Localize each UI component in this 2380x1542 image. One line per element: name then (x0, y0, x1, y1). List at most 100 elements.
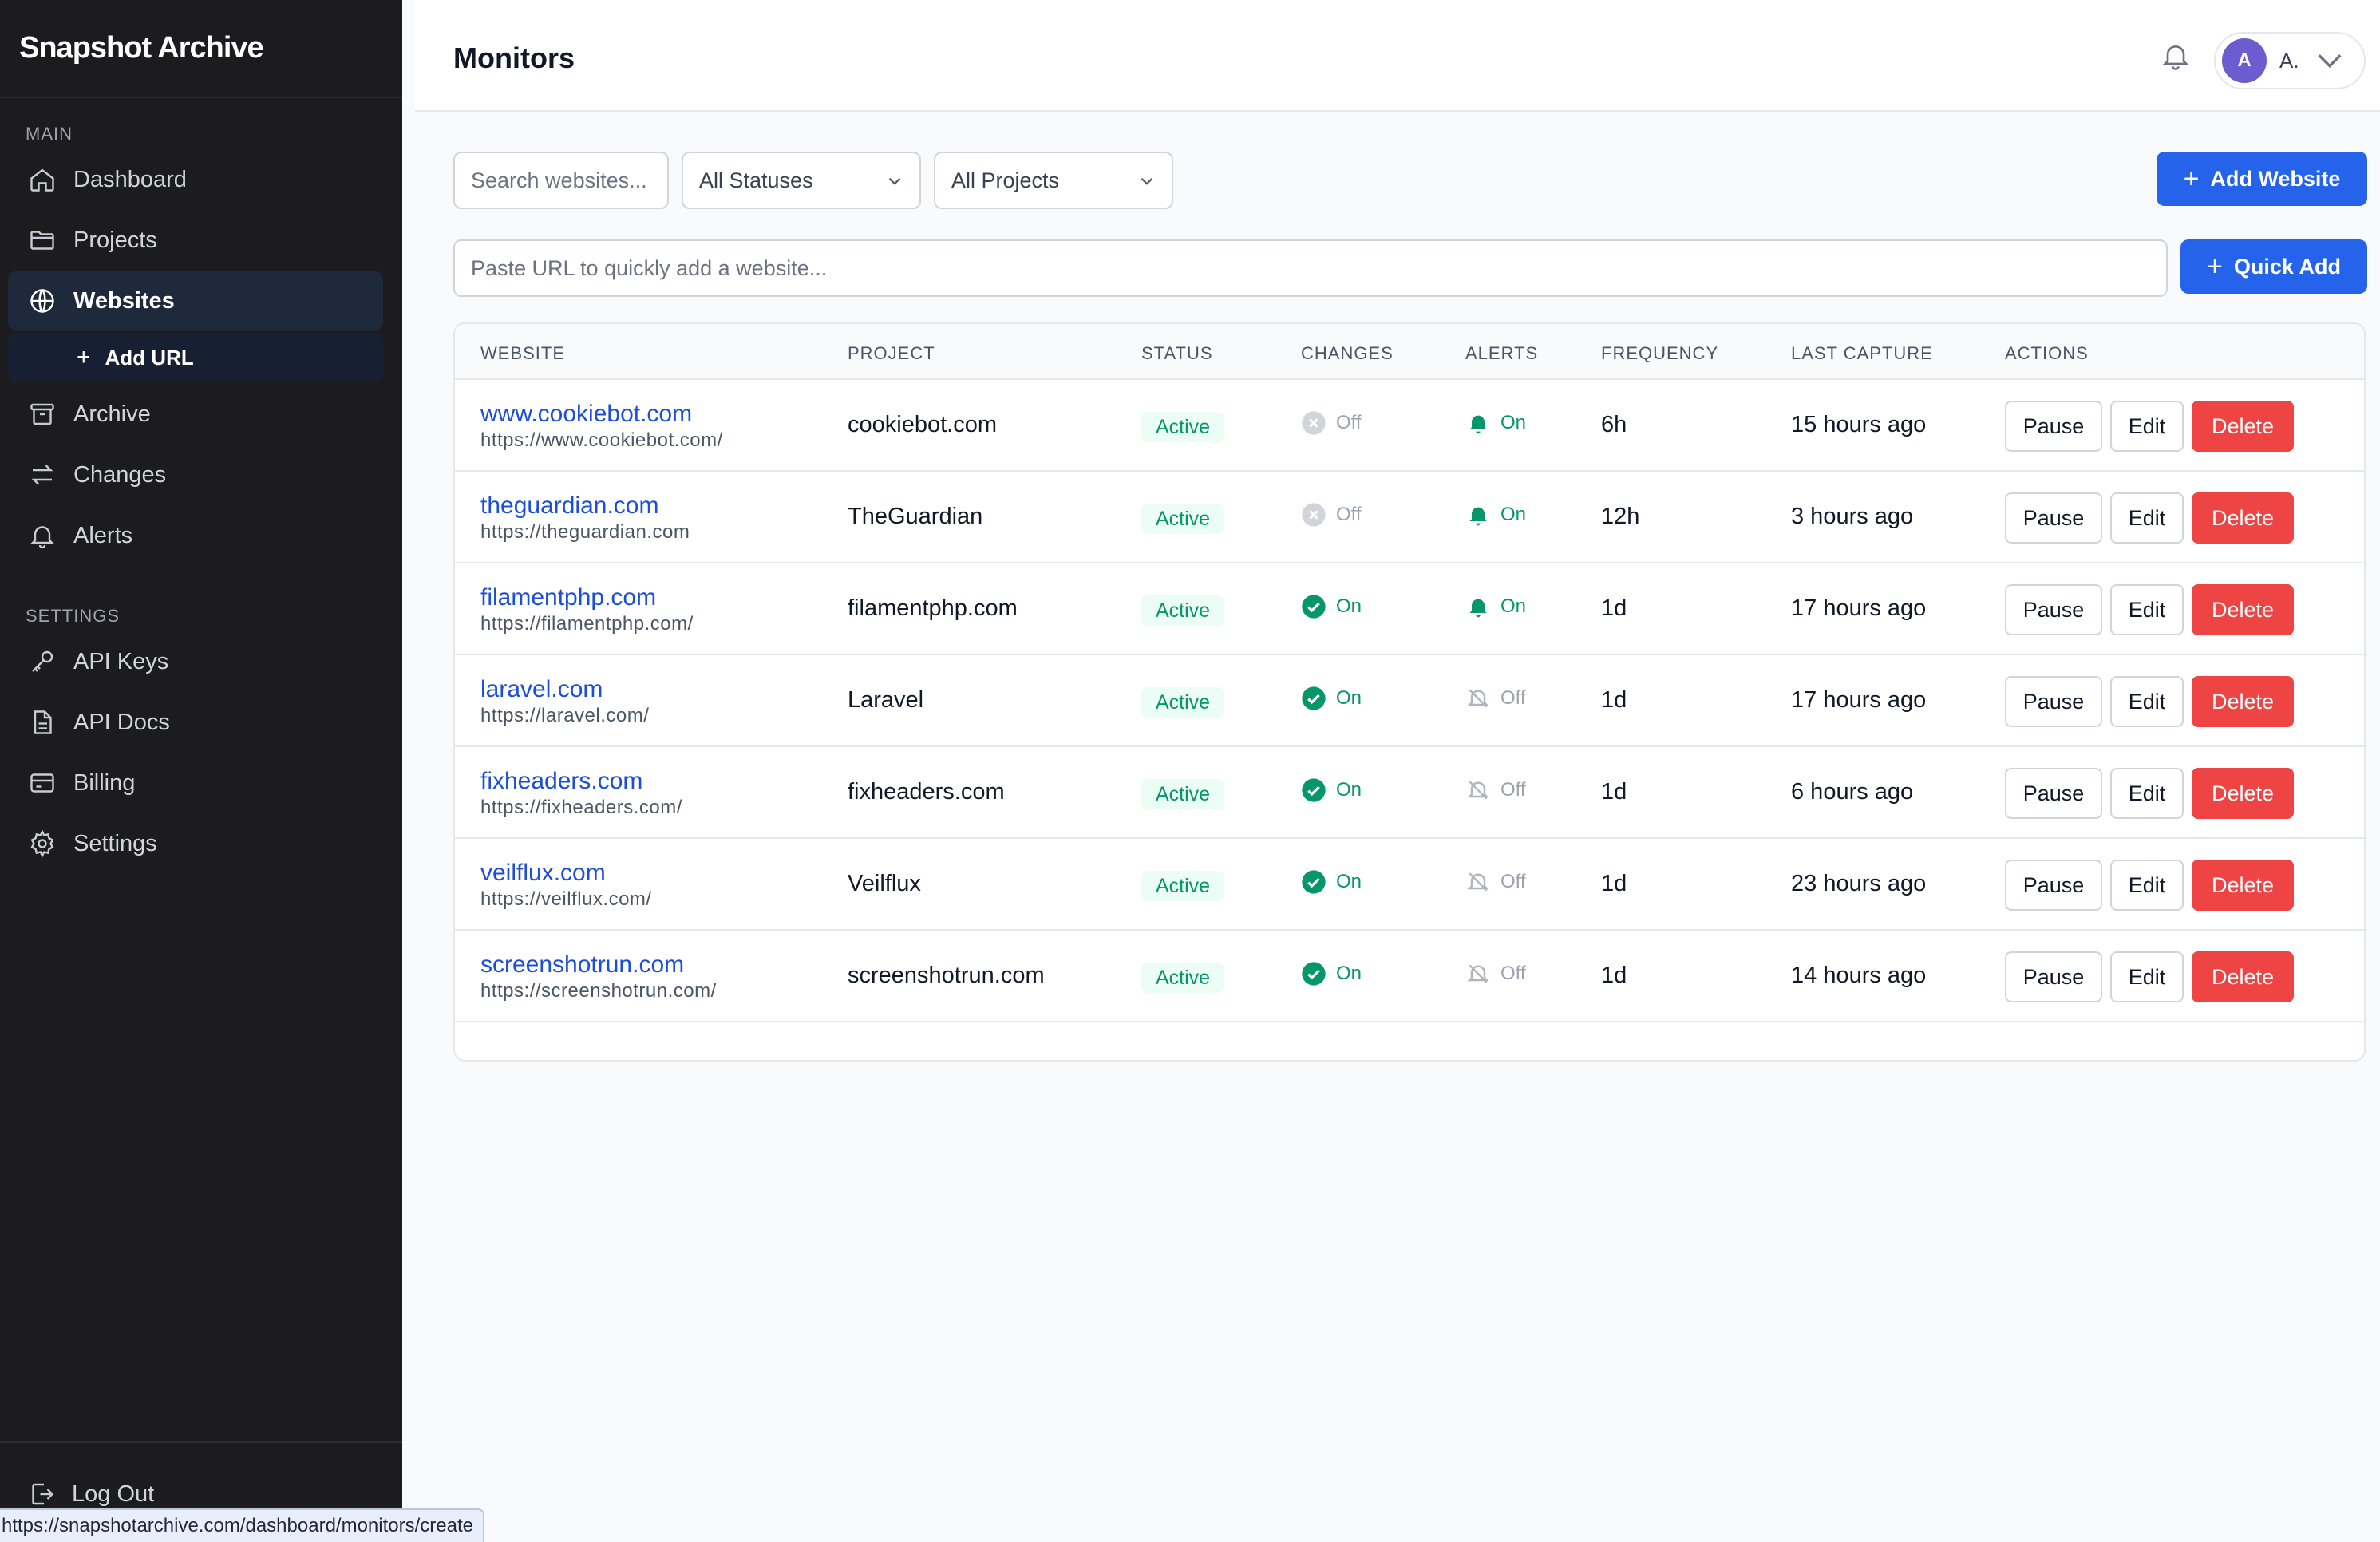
status-badge: Active (1141, 687, 1225, 718)
user-name: A. (2279, 48, 2299, 73)
sidebar-item-label: Dashboard (73, 166, 187, 192)
sidebar-item-changes[interactable]: Changes (8, 445, 383, 505)
sidebar-item-websites[interactable]: Websites (8, 271, 383, 331)
project-filter-select[interactable]: All Projects (934, 152, 1173, 209)
edit-button[interactable]: Edit (2110, 401, 2184, 452)
website-link[interactable]: fixheaders.com (480, 768, 642, 795)
changes-toggle[interactable]: On (1301, 961, 1362, 986)
edit-button[interactable]: Edit (2110, 951, 2184, 1002)
edit-button[interactable]: Edit (2110, 768, 2184, 819)
edit-button[interactable]: Edit (2110, 584, 2184, 635)
sidebar-item-archive[interactable]: Archive (8, 384, 383, 445)
pause-button[interactable]: Pause (2005, 860, 2102, 911)
pause-button[interactable]: Pause (2005, 951, 2102, 1002)
chevron-down-icon (884, 171, 905, 192)
delete-button[interactable]: Delete (2192, 768, 2294, 819)
pause-button[interactable]: Pause (2005, 768, 2102, 819)
column-header-project: PROJECT (848, 343, 935, 363)
sidebar-item-settings[interactable]: Settings (8, 813, 383, 874)
website-link[interactable]: theguardian.com (480, 492, 658, 520)
quick-add-button[interactable]: + Quick Add (2180, 239, 2367, 294)
delete-button[interactable]: Delete (2192, 860, 2294, 911)
bell-icon (27, 520, 57, 551)
sidebar-item-label: Billing (73, 769, 136, 796)
delete-button[interactable]: Delete (2192, 492, 2294, 544)
alerts-toggle[interactable]: Off (1465, 777, 1526, 803)
plus-icon: + (2183, 163, 2200, 194)
website-link[interactable]: screenshotrun.com (480, 951, 684, 979)
changes-toggle[interactable]: On (1301, 594, 1362, 619)
status-filter-select[interactable]: All Statuses (682, 152, 921, 209)
avatar: A (2222, 38, 2267, 83)
sidebar-item-label: Websites (73, 287, 175, 314)
website-link[interactable]: www.cookiebot.com (480, 401, 692, 428)
changes-toggle[interactable]: On (1301, 869, 1362, 895)
sidebar-item-api-docs[interactable]: API Docs (8, 692, 383, 753)
pause-button[interactable]: Pause (2005, 584, 2102, 635)
status-badge: Active (1141, 504, 1225, 534)
sidebar-item-api-keys[interactable]: API Keys (8, 631, 383, 692)
changes-toggle[interactable]: On (1301, 686, 1362, 711)
section-label-main: MAIN (26, 124, 73, 144)
notifications-bell-icon[interactable] (2160, 40, 2192, 72)
delete-button[interactable]: Delete (2192, 676, 2294, 727)
add-website-button[interactable]: + Add Website (2157, 152, 2367, 206)
edit-button[interactable]: Edit (2110, 492, 2184, 544)
chevron-down-icon (1137, 171, 1157, 192)
sidebar-item-label: API Docs (73, 709, 170, 735)
alerts-toggle[interactable]: On (1465, 594, 1526, 619)
delete-button[interactable]: Delete (2192, 951, 2294, 1002)
arrows-icon (27, 460, 57, 490)
alerts-toggle[interactable]: Off (1465, 686, 1526, 711)
pause-button[interactable]: Pause (2005, 401, 2102, 452)
changes-toggle[interactable]: Off (1301, 410, 1362, 436)
website-url: https://www.cookiebot.com/ (480, 429, 723, 451)
sidebar-item-alerts[interactable]: Alerts (8, 505, 383, 566)
frequency: 1d (1601, 871, 1627, 896)
alerts-state: On (1500, 504, 1527, 525)
website-link[interactable]: filamentphp.com (480, 584, 656, 611)
edit-button[interactable]: Edit (2110, 860, 2184, 911)
sidebar: Snapshot Archive MAIN Dashboard Projects… (0, 0, 402, 1542)
table-row: theguardian.com https://theguardian.com Th… (455, 472, 2364, 563)
brand-logo[interactable]: Snapshot Archive (0, 0, 402, 98)
pause-button[interactable]: Pause (2005, 676, 2102, 727)
alerts-toggle[interactable]: Off (1465, 869, 1526, 895)
delete-button[interactable]: Delete (2192, 401, 2294, 452)
status-badge: Active (1141, 963, 1225, 993)
quick-add-url-input[interactable]: Paste URL to quickly add a website... (453, 239, 2168, 297)
sidebar-item-label: Archive (73, 401, 151, 427)
alerts-toggle[interactable]: Off (1465, 961, 1526, 986)
alerts-state: Off (1500, 687, 1526, 709)
sidebar-item-label: Alerts (73, 522, 133, 548)
column-header-actions: ACTIONS (2005, 343, 2089, 363)
user-menu[interactable]: A A. (2214, 32, 2366, 89)
website-link[interactable]: veilflux.com (480, 860, 606, 887)
page-title: Monitors (453, 42, 575, 74)
pause-button[interactable]: Pause (2005, 492, 2102, 544)
globe-icon (27, 286, 57, 316)
edit-button[interactable]: Edit (2110, 676, 2184, 727)
changes-toggle[interactable]: Off (1301, 502, 1362, 528)
column-header-status: STATUS (1141, 343, 1213, 363)
project-name: screenshotrun.com (848, 963, 1045, 988)
changes-state: On (1336, 595, 1362, 617)
column-header-frequency: FREQUENCY (1601, 343, 1719, 363)
alerts-toggle[interactable]: On (1465, 502, 1526, 528)
table-row: veilflux.com https://veilflux.com/Veilflu… (455, 839, 2364, 931)
delete-button[interactable]: Delete (2192, 584, 2294, 635)
sidebar-item-add-url[interactable]: + Add URL (8, 333, 383, 382)
frequency: 1d (1601, 779, 1627, 805)
sidebar-item-dashboard[interactable]: Dashboard (8, 149, 383, 210)
section-label-settings: SETTINGS (26, 606, 121, 626)
bell-icon (1465, 410, 1491, 436)
alerts-toggle[interactable]: On (1465, 410, 1526, 436)
sidebar-item-projects[interactable]: Projects (8, 210, 383, 271)
changes-toggle[interactable]: On (1301, 777, 1362, 803)
alerts-state: On (1500, 412, 1527, 433)
website-link[interactable]: laravel.com (480, 676, 603, 703)
logout-button[interactable]: Log Out (27, 1480, 154, 1508)
changes-state: On (1336, 963, 1362, 984)
sidebar-item-billing[interactable]: Billing (8, 753, 383, 813)
search-input[interactable]: Search websites... (453, 152, 669, 209)
